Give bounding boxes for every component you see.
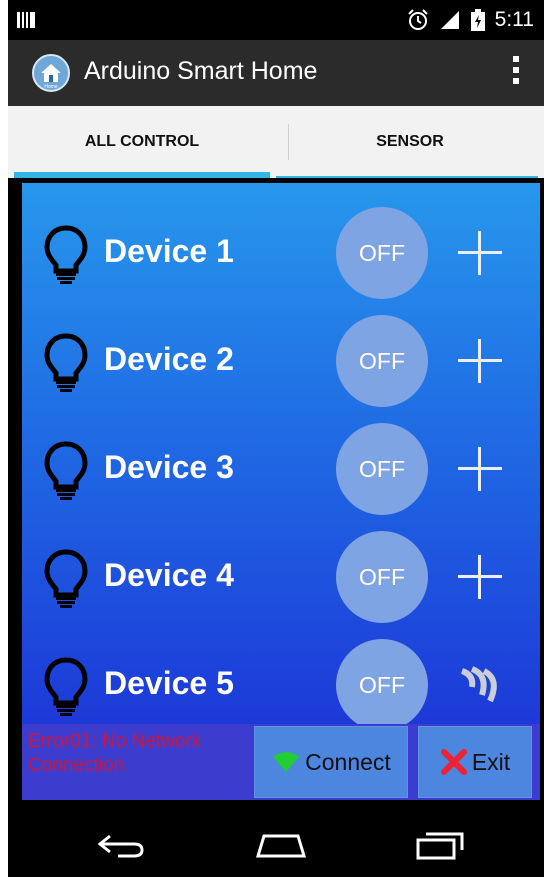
connect-button[interactable]: Connect bbox=[254, 726, 408, 798]
overflow-menu-icon[interactable] bbox=[510, 56, 522, 90]
action-bar: Home Arduino Smart Home bbox=[8, 40, 544, 106]
navigation-bar bbox=[8, 812, 544, 877]
device-name: Device 4 bbox=[104, 557, 234, 593]
light-bulb-icon bbox=[44, 657, 88, 716]
device-name: Device 5 bbox=[104, 665, 234, 701]
tab-indicator-active bbox=[14, 172, 270, 178]
close-icon bbox=[440, 749, 467, 775]
plus-icon[interactable] bbox=[458, 447, 502, 491]
device-row-3: Device 3 OFF bbox=[22, 419, 540, 519]
device-5-toggle-button[interactable]: OFF bbox=[336, 639, 428, 731]
plus-icon[interactable] bbox=[458, 555, 502, 599]
device-1-toggle-button[interactable]: OFF bbox=[336, 207, 428, 299]
tab-sensor[interactable]: SENSOR bbox=[276, 106, 544, 178]
home-icon[interactable] bbox=[254, 830, 308, 860]
device-row-4: Device 4 OFF bbox=[22, 527, 540, 627]
light-bulb-icon bbox=[44, 441, 88, 500]
sensor-wave-icon[interactable] bbox=[458, 665, 502, 705]
light-bulb-icon bbox=[44, 549, 88, 608]
plus-icon[interactable] bbox=[458, 339, 502, 383]
back-icon[interactable] bbox=[94, 830, 148, 860]
wifi-icon bbox=[273, 752, 300, 772]
tab-all-control-label: ALL CONTROL bbox=[84, 133, 200, 150]
notification-icon bbox=[17, 12, 35, 28]
device-row-2: Device 2 OFF bbox=[22, 311, 540, 411]
recent-apps-icon[interactable] bbox=[414, 830, 468, 860]
signal-icon bbox=[440, 11, 459, 29]
device-list: Device 1 OFF Device 2 OFF Device 3 OFF D… bbox=[22, 183, 540, 800]
exit-label: Exit bbox=[471, 748, 511, 775]
exit-button[interactable]: Exit bbox=[418, 726, 532, 798]
alarm-icon bbox=[407, 9, 428, 30]
plus-icon[interactable] bbox=[458, 231, 502, 275]
battery-icon bbox=[470, 9, 485, 31]
device-2-toggle-button[interactable]: OFF bbox=[336, 315, 428, 407]
tab-bar: ALL CONTROL SENSOR bbox=[8, 106, 544, 178]
light-bulb-icon bbox=[44, 333, 88, 392]
tab-indicator-line bbox=[276, 176, 538, 178]
app-home-icon[interactable]: Home bbox=[32, 54, 70, 92]
connect-label: Connect bbox=[305, 748, 391, 775]
tab-divider bbox=[288, 124, 289, 160]
app-icon-caption: Home bbox=[44, 84, 58, 90]
device-name: Device 1 bbox=[104, 233, 234, 269]
device-row-1: Device 1 OFF bbox=[22, 203, 540, 303]
light-bulb-icon bbox=[44, 225, 88, 284]
bottom-bar: Error01: No Network Connection Connect E… bbox=[22, 724, 540, 800]
status-bar: 5:11 bbox=[8, 0, 544, 40]
device-4-toggle-button[interactable]: OFF bbox=[336, 531, 428, 623]
device-3-toggle-button[interactable]: OFF bbox=[336, 423, 428, 515]
device-name: Device 2 bbox=[104, 341, 234, 377]
app-title: Arduino Smart Home bbox=[84, 57, 318, 85]
error-message: Error01: No Network Connection bbox=[28, 731, 202, 776]
device-name: Device 3 bbox=[104, 449, 234, 485]
tab-sensor-label: SENSOR bbox=[376, 133, 444, 150]
clock: 5:11 bbox=[494, 8, 534, 31]
tab-all-control[interactable]: ALL CONTROL bbox=[8, 106, 276, 178]
device-row-5: Device 5 OFF bbox=[22, 635, 540, 735]
